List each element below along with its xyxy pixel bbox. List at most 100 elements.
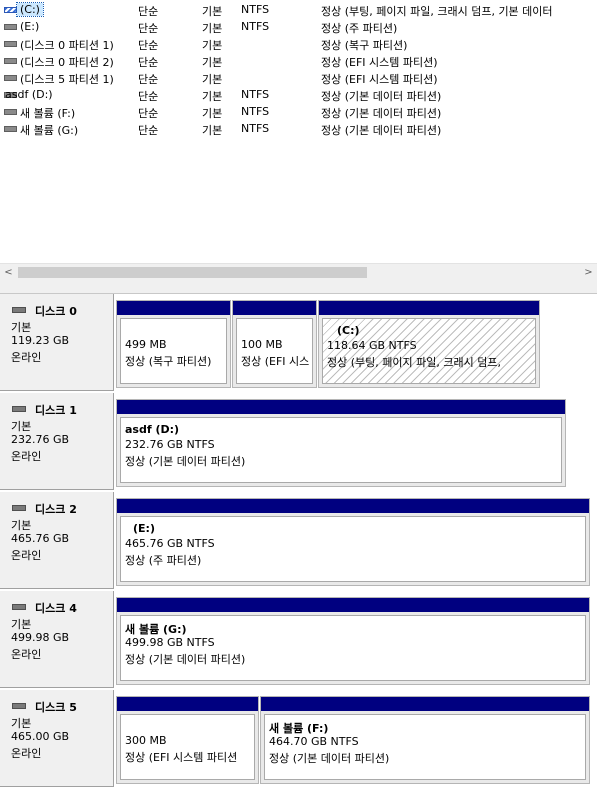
volume-name: (디스크 0 파티션 2) — [20, 56, 114, 69]
volume-name: asdf (D:) — [5, 88, 53, 101]
partition[interactable]: (C:) 118.64 GB NTFS 정상 (부팅, 페이지 파일, 크래시 … — [318, 300, 540, 388]
partition-title: 새 볼륨 (F:) — [269, 722, 329, 735]
horizontal-scrollbar[interactable]: < > — [0, 263, 597, 281]
disk-name: 디스크 4 — [35, 602, 77, 615]
disk-size: 119.23 GB — [11, 334, 70, 347]
volume-layout: 단순 — [138, 107, 159, 120]
volume-type: 기본 — [202, 22, 223, 35]
partition-body: 새 볼륨 (G:) 499.98 GB NTFS 정상 (기본 데이터 파티션) — [120, 615, 586, 681]
partition-size: 465.76 GB NTFS — [125, 537, 215, 550]
volume-status: 정상 (주 파티션) — [321, 22, 398, 35]
partition-size: 300 MB — [125, 734, 167, 747]
partition[interactable]: 499 MB 정상 (복구 파티션) — [116, 300, 231, 388]
volume-icon — [4, 24, 17, 30]
partition-size: 118.64 GB NTFS — [327, 339, 417, 352]
disk-row: 디스크 5 기본 465.00 GB 온라인 300 MB 정상 (EFI 시스… — [0, 690, 597, 788]
volume-type: 기본 — [202, 124, 223, 137]
volume-layout: 단순 — [138, 22, 159, 35]
disk-label[interactable]: 디스크 2 기본 465.76 GB 온라인 — [0, 492, 114, 589]
disk-name: 디스크 2 — [35, 503, 77, 516]
volume-type: 기본 — [202, 5, 223, 18]
partition-body: (E:) 465.76 GB NTFS 정상 (주 파티션) — [120, 516, 586, 582]
disk-state: 온라인 — [11, 549, 42, 562]
partition-status: 정상 (EFI 시스 — [241, 355, 310, 368]
partition-size: 232.76 GB NTFS — [125, 438, 215, 451]
partition-status: 정상 (부팅, 페이지 파일, 크래시 덤프, — [327, 356, 501, 369]
volume-layout: 단순 — [138, 5, 159, 18]
partition[interactable]: (E:) 465.76 GB NTFS 정상 (주 파티션) — [116, 498, 590, 586]
disk-name: 디스크 5 — [35, 701, 77, 714]
partition-size: 499 MB — [125, 338, 167, 351]
partition-bar — [117, 697, 258, 711]
volume-row[interactable]: (E:) 단순 기본 NTFS 정상 (주 파티션) — [0, 18, 597, 35]
partition-bar — [117, 598, 589, 612]
volume-name: (C:) — [16, 2, 44, 17]
partition-title: (C:) — [337, 324, 360, 337]
partition-title: asdf (D:) — [125, 423, 180, 436]
volume-type: 기본 — [202, 73, 223, 86]
disk-label[interactable]: 디스크 5 기본 465.00 GB 온라인 — [0, 690, 114, 787]
disk-name: 디스크 0 — [35, 305, 77, 318]
disk-label[interactable]: 디스크 4 기본 499.98 GB 온라인 — [0, 591, 114, 688]
disk-state: 온라인 — [11, 351, 42, 364]
disk-row: 디스크 1 기본 232.76 GB 온라인 asdf (D:) 232.76 … — [0, 393, 597, 491]
volume-icon — [4, 109, 17, 115]
volume-row[interactable]: asdf (D:) 단순 기본 NTFS 정상 (기본 데이터 파티션) — [0, 86, 597, 103]
hard-disk-icon — [12, 307, 26, 313]
partition-body: 새 볼륨 (F:) 464.70 GB NTFS 정상 (기본 데이터 파티션) — [264, 714, 586, 780]
partition-size: 100 MB — [241, 338, 283, 351]
disk-state: 온라인 — [11, 747, 42, 760]
volume-status: 정상 (기본 데이터 파티션) — [321, 124, 442, 137]
disk-type: 기본 — [11, 717, 32, 730]
partition-status: 정상 (기본 데이터 파티션) — [125, 455, 246, 468]
partition-bar — [261, 697, 589, 711]
partition-size: 499.98 GB NTFS — [125, 636, 215, 649]
partition-bar — [117, 301, 230, 315]
volume-row[interactable]: 새 볼륨 (F:) 단순 기본 NTFS 정상 (기본 데이터 파티션) — [0, 103, 597, 120]
disk-type: 기본 — [11, 618, 32, 631]
disk-label[interactable]: 디스크 1 기본 232.76 GB 온라인 — [0, 393, 114, 490]
disk-size: 232.76 GB — [11, 433, 70, 446]
disk-state: 온라인 — [11, 648, 42, 661]
disk-map: 디스크 0 기본 119.23 GB 온라인 499 MB 정상 (복구 파티션… — [0, 294, 597, 794]
volume-type: 기본 — [202, 39, 223, 52]
volume-filesystem: NTFS — [241, 88, 270, 101]
partition-body: asdf (D:) 232.76 GB NTFS 정상 (기본 데이터 파티션) — [120, 417, 562, 483]
scrollbar-thumb[interactable] — [18, 267, 367, 278]
scroll-right-button[interactable]: > — [580, 264, 597, 281]
partition[interactable]: 300 MB 정상 (EFI 시스템 파티션 — [116, 696, 259, 784]
partition-bar — [117, 400, 565, 414]
volume-row[interactable]: (C:) 단순 기본 NTFS 정상 (부팅, 페이지 파일, 크래시 덤프, … — [0, 1, 597, 18]
volume-name: 새 볼륨 (G:) — [20, 124, 79, 137]
partition[interactable]: 100 MB 정상 (EFI 시스 — [232, 300, 317, 388]
disk-type: 기본 — [11, 519, 32, 532]
partition[interactable]: 새 볼륨 (G:) 499.98 GB NTFS 정상 (기본 데이터 파티션) — [116, 597, 590, 685]
volume-row[interactable]: (디스크 5 파티션 1) 단순 기본 정상 (EFI 시스템 파티션) — [0, 69, 597, 86]
volume-layout: 단순 — [138, 90, 159, 103]
disk-size: 465.00 GB — [11, 730, 70, 743]
volume-status: 정상 (EFI 시스템 파티션) — [321, 73, 438, 86]
volume-type: 기본 — [202, 107, 223, 120]
volume-row[interactable]: (디스크 0 파티션 1) 단순 기본 정상 (복구 파티션) — [0, 35, 597, 52]
disk-size: 499.98 GB — [11, 631, 70, 644]
volume-row[interactable]: 새 볼륨 (G:) 단순 기본 NTFS 정상 (기본 데이터 파티션) — [0, 120, 597, 137]
volume-status: 정상 (복구 파티션) — [321, 39, 408, 52]
volume-name: (디스크 0 파티션 1) — [20, 39, 114, 52]
disk-row: 디스크 2 기본 465.76 GB 온라인 (E:) 465.76 GB NT… — [0, 492, 597, 590]
partition[interactable]: asdf (D:) 232.76 GB NTFS 정상 (기본 데이터 파티션) — [116, 399, 566, 487]
volume-filesystem: NTFS — [241, 105, 270, 118]
pane-splitter[interactable] — [0, 281, 597, 294]
volume-list[interactable]: (C:) 단순 기본 NTFS 정상 (부팅, 페이지 파일, 크래시 덤프, … — [0, 0, 597, 262]
scroll-left-button[interactable]: < — [0, 264, 17, 281]
partition-body: 300 MB 정상 (EFI 시스템 파티션 — [120, 714, 255, 780]
disk-label[interactable]: 디스크 0 기본 119.23 GB 온라인 — [0, 294, 114, 391]
volume-name: (E:) — [20, 20, 40, 33]
partition-body: 499 MB 정상 (복구 파티션) — [120, 318, 227, 384]
disk-type: 기본 — [11, 420, 32, 433]
volume-type: 기본 — [202, 56, 223, 69]
disk-type: 기본 — [11, 321, 32, 334]
partition-status: 정상 (기본 데이터 파티션) — [269, 752, 390, 765]
partition[interactable]: 새 볼륨 (F:) 464.70 GB NTFS 정상 (기본 데이터 파티션) — [260, 696, 590, 784]
partition-body: (C:) 118.64 GB NTFS 정상 (부팅, 페이지 파일, 크래시 … — [322, 318, 536, 384]
volume-row[interactable]: (디스크 0 파티션 2) 단순 기본 정상 (EFI 시스템 파티션) — [0, 52, 597, 69]
